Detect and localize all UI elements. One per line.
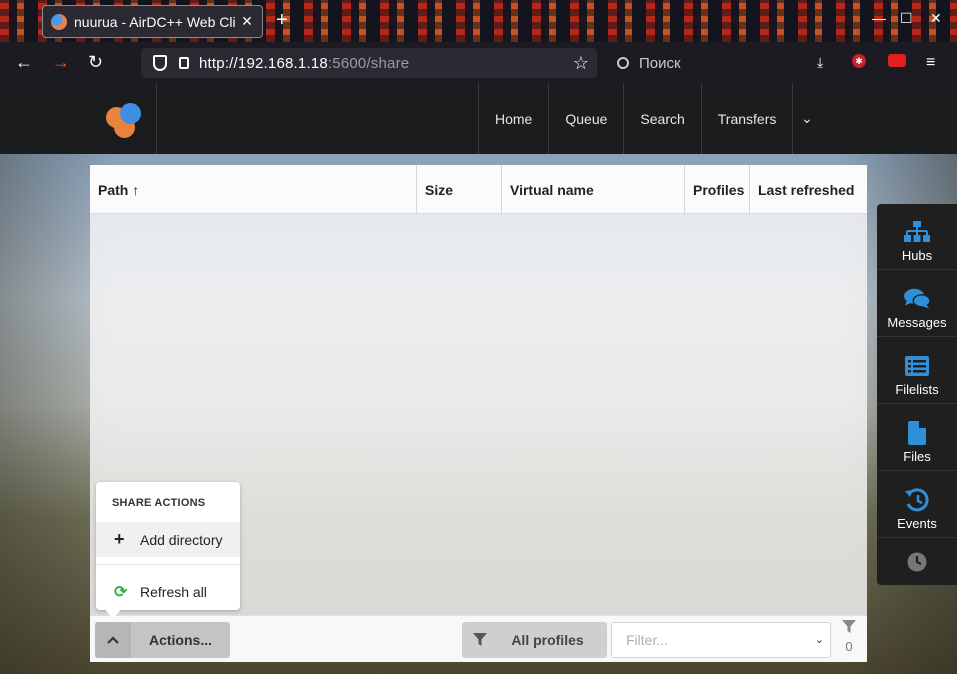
actions-button[interactable]: Actions... <box>95 622 230 658</box>
menu-queue[interactable]: Queue <box>548 83 623 154</box>
chevron-up-icon[interactable] <box>95 622 131 658</box>
filter-icon <box>462 633 498 647</box>
plus-icon: + <box>114 529 125 549</box>
refresh-all-item[interactable]: ⟳ Refresh all <box>96 574 240 609</box>
column-virtual-name[interactable]: Virtual name <box>502 165 685 214</box>
actions-label: Actions... <box>148 632 212 648</box>
clock-icon <box>907 552 927 571</box>
main-menu: Home Queue Search Transfers ⌄ <box>478 83 820 154</box>
file-icon <box>904 421 930 445</box>
sidebar-item-filelists[interactable]: Filelists <box>877 338 957 404</box>
sidebar-item-history[interactable] <box>877 538 957 585</box>
funnel-icon <box>842 620 856 633</box>
profiles-label: All profiles <box>511 632 584 648</box>
menu-transfers[interactable]: Transfers <box>700 83 793 154</box>
search-icon <box>617 57 629 69</box>
favicon-icon <box>51 13 67 30</box>
airdc-logo-icon[interactable] <box>106 103 142 138</box>
menu-home[interactable]: Home <box>478 83 548 154</box>
forward-icon[interactable]: → <box>52 52 70 73</box>
sidebar-item-hubs[interactable]: Hubs <box>877 204 957 270</box>
new-tab-button[interactable]: + <box>276 9 288 32</box>
comments-icon <box>904 287 930 311</box>
download-icon[interactable]: ⤓ <box>817 54 823 71</box>
browser-search[interactable]: Поиск <box>607 48 807 78</box>
lock-icon <box>179 57 189 69</box>
sidebar-label-messages: Messages <box>887 315 947 330</box>
sidebar-item-events[interactable]: Events <box>877 472 957 538</box>
sidebar-label-hubs: Hubs <box>901 248 933 263</box>
bookmark-star-icon[interactable]: ☆ <box>573 53 589 74</box>
share-actions-menu: SHARE ACTIONS + Add directory ⟳ Refresh … <box>96 482 240 610</box>
browser-search-placeholder: Поиск <box>639 54 681 72</box>
filter-count-value: 0 <box>845 639 853 654</box>
table-footer: Actions... All profiles ⌄ 0 <box>90 615 867 662</box>
table-header: Path ↑ Size Virtual name Profiles Last r… <box>90 165 867 214</box>
sidebar-label-filelists: Filelists <box>895 382 939 397</box>
sitemap-icon <box>904 220 930 244</box>
column-path[interactable]: Path ↑ <box>90 165 417 214</box>
maximize-button[interactable]: ☐ <box>900 10 913 27</box>
sidebar-label-files: Files <box>903 449 931 464</box>
sidebar-item-messages[interactable]: Messages <box>877 271 957 337</box>
menu-divider <box>96 564 240 565</box>
menu-icon[interactable]: ≡ <box>926 54 935 72</box>
refresh-all-label: Refresh all <box>140 583 207 600</box>
filter-field[interactable]: ⌄ <box>611 622 831 658</box>
column-last-refreshed[interactable]: Last refreshed <box>750 165 867 214</box>
right-sidebar: Hubs Messages Filelists Files Events <box>877 204 957 585</box>
back-icon[interactable]: ← <box>15 52 33 73</box>
filter-input[interactable] <box>626 632 806 648</box>
browser-tab[interactable]: nuurua - AirDC++ Web Cli ✕ <box>42 5 263 38</box>
column-size[interactable]: Size <box>417 165 502 214</box>
extension-icon[interactable]: ✱ <box>852 54 866 68</box>
sidebar-item-files[interactable]: Files <box>877 405 957 471</box>
youtube-icon[interactable] <box>888 54 906 67</box>
history-icon <box>904 488 930 512</box>
tab-close-icon[interactable]: ✕ <box>240 13 254 30</box>
list-icon <box>904 354 930 378</box>
tab-title: nuurua - AirDC++ Web Cli <box>74 13 236 30</box>
reload-icon[interactable]: ↻ <box>88 52 103 73</box>
filter-dropdown-icon[interactable]: ⌄ <box>815 633 824 646</box>
shield-icon <box>153 55 167 71</box>
refresh-icon: ⟳ <box>114 583 128 601</box>
menu-header: SHARE ACTIONS <box>112 497 206 509</box>
url-bar[interactable]: http://192.168.1.18:5600/share ☆ <box>141 48 597 78</box>
column-profiles[interactable]: Profiles <box>685 165 750 214</box>
add-directory-label: Add directory <box>140 531 223 548</box>
chevron-down-icon[interactable]: ⌄ <box>792 83 820 154</box>
profiles-button[interactable]: All profiles <box>462 622 607 658</box>
url-text[interactable]: http://192.168.1.18:5600/share <box>199 55 409 72</box>
sidebar-label-events: Events <box>897 516 937 531</box>
close-window-button[interactable]: ✕ <box>930 10 942 27</box>
menu-search[interactable]: Search <box>623 83 700 154</box>
add-directory-item[interactable]: + Add directory <box>96 522 240 557</box>
header-divider <box>156 83 157 154</box>
minimize-button[interactable]: — <box>872 10 886 26</box>
filter-count: 0 <box>839 620 859 654</box>
